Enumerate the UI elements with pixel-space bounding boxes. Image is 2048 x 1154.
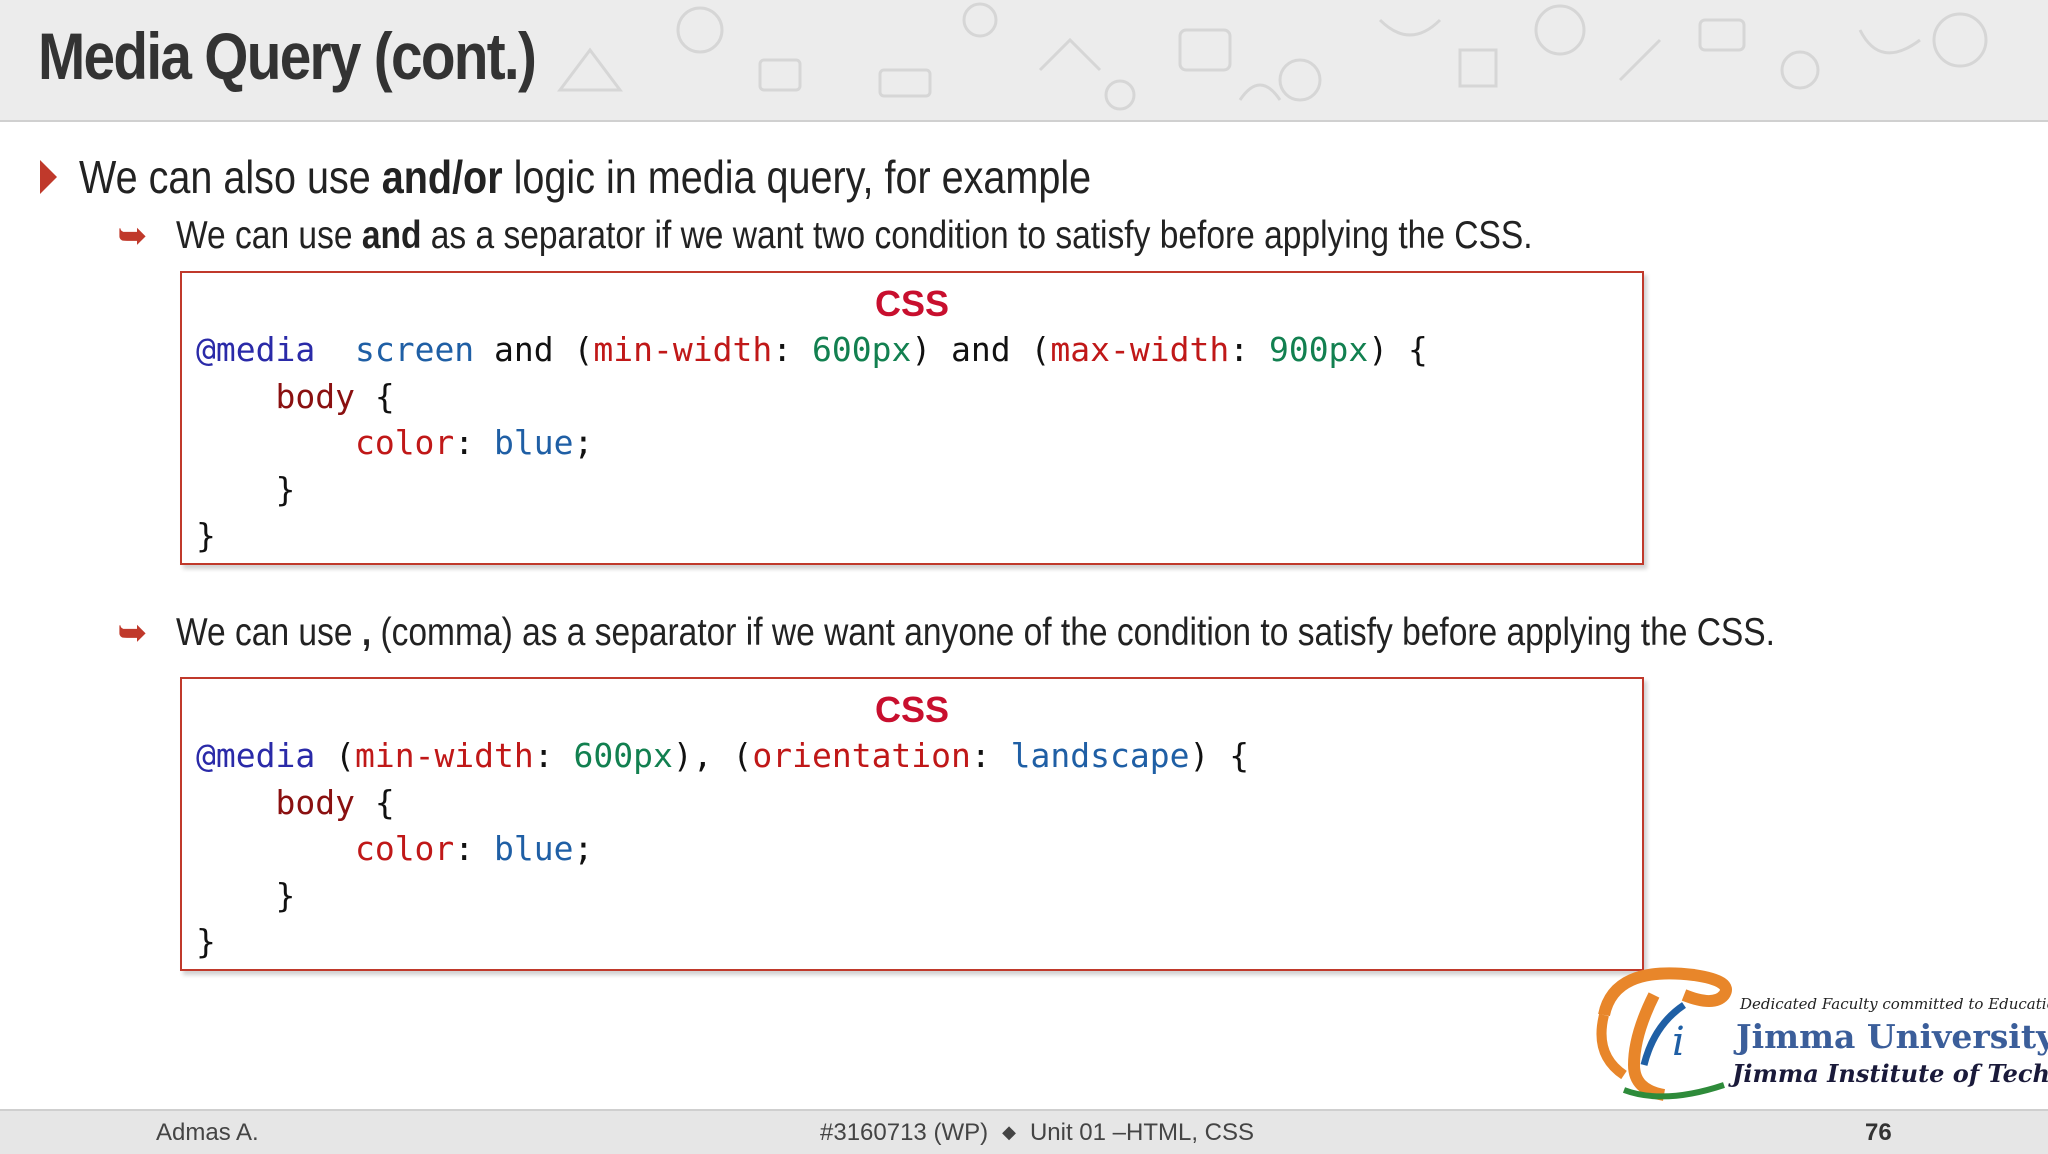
sub1-post: as a separator if we want two condition … <box>421 214 1533 257</box>
code-line: body { <box>196 780 1249 827</box>
code-token: color <box>354 423 455 462</box>
code-token: } <box>196 922 216 961</box>
code-line: @media (min-width: 600px), (orientation:… <box>196 733 1249 780</box>
code-language-label: CSS <box>874 283 950 324</box>
code-line: color: blue; <box>196 826 1249 873</box>
page-number: 76 <box>1865 1119 1892 1146</box>
code-token: : <box>1229 330 1269 369</box>
code-line: color: blue; <box>196 420 1428 467</box>
code-token: orientation <box>752 736 971 775</box>
footer-unit: Unit 01 –HTML, CSS <box>1029 1119 1255 1146</box>
code-token: screen <box>354 330 475 369</box>
svg-text:i: i <box>1672 1019 1685 1065</box>
diamond-separator-icon: ◆ <box>1002 1122 1016 1142</box>
code-token: } <box>196 516 216 555</box>
code-token: @media <box>196 330 316 369</box>
sub-bullet-text: We can use , (comma) as a separator if w… <box>176 611 1775 655</box>
sub1-pre: We can use <box>176 214 362 257</box>
code-line: body { <box>196 374 1428 421</box>
code-token: @media <box>196 736 316 775</box>
code-token: : <box>454 423 495 462</box>
sub2-bold: , <box>361 611 372 654</box>
code-token: body <box>275 376 355 416</box>
main-bullet-text: We can also use and/or logic in media qu… <box>79 150 1091 204</box>
code-line: @media screen and (min-width: 600px) and… <box>196 327 1428 374</box>
code-content: @media (min-width: 600px), (orientation:… <box>196 733 1249 966</box>
code-language-label: CSS <box>874 689 950 730</box>
code-line: } <box>196 919 1249 966</box>
code-token: min-width <box>593 330 773 369</box>
university-logo: i Dedicated Faculty committed to Educati… <box>1584 955 2048 1105</box>
sub2-pre: We can use <box>176 611 362 654</box>
code-token: ), ( <box>672 736 753 775</box>
slide-header: Media Query (cont.) <box>0 0 2048 122</box>
code-token: 600px <box>811 330 912 369</box>
bullet-text-pre: We can also use <box>79 151 382 203</box>
sub-bullet-and: ➥ We can use and as a separator if we wa… <box>118 214 1753 258</box>
bullet-text-bold: and/or <box>381 151 503 203</box>
bullet-triangle-icon <box>40 160 57 194</box>
code-token: : <box>970 736 1011 775</box>
sub1-bold: and <box>361 214 422 257</box>
footer-course: #3160713 (WP) <box>820 1119 989 1146</box>
code-token: ) { <box>1368 330 1428 369</box>
code-block-comma: CSS @media (min-width: 600px), (orientat… <box>180 677 1644 971</box>
code-token: ; <box>573 423 594 462</box>
code-token: ( <box>315 736 355 775</box>
sub-bullet-text: We can use and as a separator if we want… <box>176 214 1533 258</box>
code-token: min-width <box>354 736 534 775</box>
code-token: ) { <box>1189 736 1250 775</box>
sub-bullet-comma: ➥ We can use , (comma) as a separator if… <box>118 611 2035 655</box>
code-token: : <box>772 330 812 369</box>
logo-institute-name: Jimma Institute of Technology <box>1732 1059 2048 1088</box>
code-line: } <box>196 513 1428 560</box>
code-token: ) and ( <box>911 330 1051 369</box>
code-line: } <box>196 467 1428 514</box>
code-token: { <box>354 376 395 416</box>
footer-course-info: #3160713 (WP) ◆ Unit 01 –HTML, CSS <box>820 1119 1254 1147</box>
code-token: blue <box>494 829 574 868</box>
curved-arrow-icon: ➥ <box>118 217 147 255</box>
code-token: body <box>275 782 355 822</box>
code-token: 900px <box>1268 330 1369 369</box>
code-block-and: CSS @media screen and (min-width: 600px)… <box>180 271 1644 565</box>
code-token: } <box>196 875 296 915</box>
curved-arrow-icon: ➥ <box>118 614 147 652</box>
code-token: ; <box>573 829 594 868</box>
code-content: @media screen and (min-width: 600px) and… <box>196 327 1428 560</box>
code-token: } <box>196 469 296 509</box>
code-token: max-width <box>1050 330 1230 369</box>
footer-author: Admas A. <box>156 1119 259 1146</box>
code-token: 600px <box>573 736 673 775</box>
code-token: and ( <box>474 330 594 369</box>
sub2-post: (comma) as a separator if we want anyone… <box>371 611 1775 654</box>
slide-footer: Admas A. #3160713 (WP) ◆ Unit 01 –HTML, CS… <box>0 1109 2048 1154</box>
logo-tagline: Dedicated Faculty committed to Education <box>1740 995 2048 1013</box>
code-line: } <box>196 873 1249 920</box>
code-token: landscape <box>1010 736 1190 775</box>
code-token: : <box>533 736 574 775</box>
code-token: : <box>454 829 495 868</box>
code-token: blue <box>494 423 574 462</box>
code-token: color <box>354 829 455 868</box>
logo-university-name: Jimma University <box>1736 1017 2048 1056</box>
main-bullet: We can also use and/or logic in media qu… <box>40 150 1256 204</box>
bullet-text-post: logic in media query, for example <box>502 151 1092 203</box>
code-token: { <box>354 782 395 822</box>
slide-title: Media Query (cont.) <box>38 19 537 93</box>
